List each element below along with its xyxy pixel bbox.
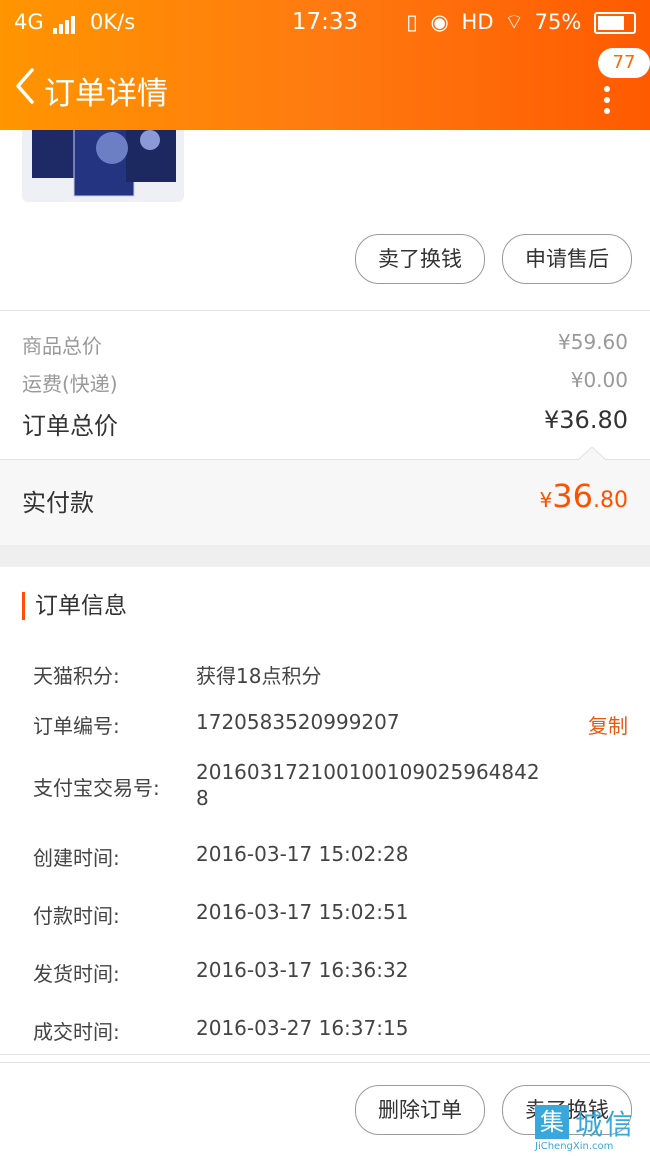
after-sale-button[interactable]: 申请售后 xyxy=(502,234,632,284)
points-value: 获得18点积分 xyxy=(196,664,322,688)
order-total-value: ¥36.80 xyxy=(544,406,628,434)
dot-icon xyxy=(604,108,610,114)
shipping-value: ¥0.00 xyxy=(570,368,628,392)
back-button[interactable] xyxy=(12,66,42,106)
more-menu-button[interactable] xyxy=(592,86,622,126)
shipping-row: 运费(快递) ¥0.00 xyxy=(22,368,628,398)
paid-time-value: 2016-03-17 15:02:51 xyxy=(196,900,409,924)
paid-dec: .80 xyxy=(593,488,628,513)
alipay-trade-no-label: 支付宝交易号: xyxy=(33,776,160,800)
watermark-text-cn: 城信 xyxy=(575,1108,636,1141)
nav-bar: 订单详情 xyxy=(0,44,650,130)
alipay-trade-no-line2: 8 xyxy=(196,786,209,810)
paid-time-label: 付款时间: xyxy=(33,904,120,928)
paid-label: 实付款 xyxy=(22,489,94,517)
order-no-label: 订单编号: xyxy=(33,714,120,738)
section-gap xyxy=(0,545,650,567)
shipping-label: 运费(快递) xyxy=(22,372,118,396)
order-total-label: 订单总价 xyxy=(22,412,118,440)
alarm-icon: ◉ xyxy=(430,10,449,34)
points-label: 天猫积分: xyxy=(33,664,120,688)
created-time-label: 创建时间: xyxy=(33,846,120,870)
page-title: 订单详情 xyxy=(44,76,168,112)
copy-order-no-button[interactable]: 复制 xyxy=(588,710,628,739)
order-no-value: 1720583520999207 xyxy=(196,710,400,734)
created-time-value: 2016-03-17 15:02:28 xyxy=(196,842,409,866)
order-info-title: 订单信息 xyxy=(22,592,127,620)
site-watermark: 集 城信 JiChengXin.com xyxy=(533,1103,645,1152)
paid-int: 36 xyxy=(552,477,593,515)
divider xyxy=(0,1054,650,1055)
watermark-text-en: JiChengXin.com xyxy=(535,1141,614,1152)
divider xyxy=(0,310,650,311)
paid-currency: ¥ xyxy=(539,488,553,512)
divider xyxy=(0,459,650,460)
paid-value: ¥36.80 xyxy=(540,477,628,515)
goods-total-label: 商品总价 xyxy=(22,334,102,358)
pointer-caret-icon xyxy=(578,447,606,461)
status-bar: 4G 0K/s 17:33 ▯ ◉ HD ⌔ 75% xyxy=(0,0,650,44)
hd-label: HD xyxy=(461,10,494,34)
goods-total-value: ¥59.60 xyxy=(558,330,628,354)
battery-percent: 75% xyxy=(534,10,582,34)
deal-time-label: 成交时间: xyxy=(33,1020,120,1044)
product-thumbnail[interactable] xyxy=(22,118,184,202)
sell-for-cash-button[interactable]: 卖了换钱 xyxy=(355,234,485,284)
watermark-logo-icon: 集 xyxy=(535,1105,569,1139)
chevron-left-icon xyxy=(16,68,34,104)
paid-amount-panel: 实付款 ¥36.80 xyxy=(0,447,650,545)
deal-time-value: 2016-03-27 16:37:15 xyxy=(196,1016,409,1040)
battery-icon xyxy=(594,12,636,34)
product-image-icon xyxy=(22,118,184,202)
delete-order-button[interactable]: 删除订单 xyxy=(355,1085,485,1135)
order-total-row: 订单总价 ¥36.80 xyxy=(22,406,628,440)
dot-icon xyxy=(604,86,610,92)
status-right: ▯ ◉ HD ⌔ 75% xyxy=(406,10,636,36)
shipped-time-label: 发货时间: xyxy=(33,962,120,986)
message-count-badge[interactable]: 77 xyxy=(598,48,650,78)
vibrate-icon: ▯ xyxy=(406,10,418,34)
app-header: 4G 0K/s 17:33 ▯ ◉ HD ⌔ 75% 订单详情 xyxy=(0,0,650,130)
dot-icon xyxy=(604,97,610,103)
wifi-icon: ⌔ xyxy=(504,10,524,34)
shipped-time-value: 2016-03-17 16:36:32 xyxy=(196,958,409,982)
goods-total-row: 商品总价 ¥59.60 xyxy=(22,330,628,360)
alipay-trade-no-line1: 201603172100100109025964842 xyxy=(196,760,540,784)
